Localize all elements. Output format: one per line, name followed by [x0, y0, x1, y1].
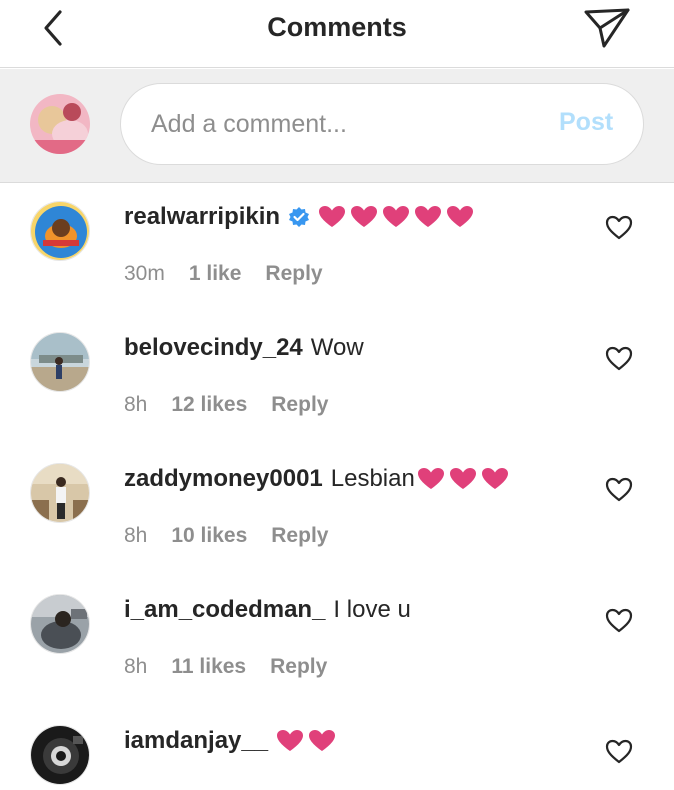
verified-badge-icon: [288, 206, 310, 228]
comment-input[interactable]: [151, 106, 531, 142]
comment-line: belovecindy_24 Wow: [124, 334, 364, 362]
header-bar: Comments: [0, 0, 674, 68]
comment-line: i_am_codedman_ I love u: [124, 596, 411, 624]
pink-heart-emoji: [351, 206, 378, 227]
comment-item: zaddymoney0001 Lesbian 8h 10 likes Reply: [0, 445, 674, 576]
comment-line: iamdanjay__: [124, 727, 336, 755]
comment-username[interactable]: i_am_codedman_: [124, 596, 325, 624]
comment-meta: 8h 10 likes Reply: [124, 524, 328, 548]
pink-heart-emoji: [383, 206, 410, 227]
heart-emoji-group: [318, 205, 474, 229]
pink-heart-emoji: [309, 730, 336, 751]
comment-text: Lesbian: [330, 465, 415, 492]
like-button[interactable]: [605, 477, 633, 503]
pink-heart-emoji: [449, 468, 476, 489]
reply-button[interactable]: Reply: [265, 262, 322, 286]
heart-outline-icon: [605, 477, 633, 502]
paper-plane-icon: [584, 8, 630, 48]
comment-likes[interactable]: 11 likes: [171, 655, 246, 679]
comment-text: I love u: [333, 596, 411, 623]
pink-heart-emoji: [319, 206, 346, 227]
comment-likes[interactable]: 1 like: [189, 262, 242, 286]
reply-button[interactable]: Reply: [270, 655, 327, 679]
comment-time: 8h: [124, 524, 148, 547]
reply-button[interactable]: Reply: [271, 524, 328, 548]
comment-composer: Post: [0, 69, 674, 183]
post-button[interactable]: Post: [559, 108, 613, 137]
pink-heart-emoji: [481, 468, 508, 489]
heart-outline-icon: [605, 346, 633, 371]
comment-meta: 30m 1 like Reply: [124, 262, 323, 286]
comment-item: i_am_codedman_ I love u 8h 11 likes Repl…: [0, 576, 674, 707]
heart-outline-icon: [605, 739, 633, 764]
heart-outline-icon: [605, 215, 633, 240]
comment-line: realwarripikin: [124, 203, 474, 231]
comment-input-container: Post: [120, 83, 644, 165]
like-button[interactable]: [605, 608, 633, 634]
like-button[interactable]: [605, 739, 633, 765]
pink-heart-emoji: [415, 206, 442, 227]
comment-item: belovecindy_24 Wow 8h 12 likes Reply: [0, 314, 674, 445]
current-user-avatar: [30, 94, 90, 154]
comment-item: iamdanjay__: [0, 707, 674, 790]
pink-heart-emoji: [417, 468, 444, 489]
commenter-avatar[interactable]: [30, 594, 90, 654]
like-button[interactable]: [605, 215, 633, 241]
comment-meta: 8h 12 likes Reply: [124, 393, 328, 417]
commenter-avatar[interactable]: [30, 201, 90, 261]
comment-likes[interactable]: 12 likes: [171, 393, 247, 417]
comment-meta: 8h 11 likes Reply: [124, 655, 327, 679]
comment-line: zaddymoney0001 Lesbian: [124, 465, 509, 493]
comment-likes[interactable]: 10 likes: [171, 524, 247, 548]
comment-item: realwarripikin 30m 1 like Reply: [0, 183, 674, 314]
commenter-avatar[interactable]: [30, 463, 90, 523]
heart-emoji-group: [417, 467, 509, 491]
comment-text: Wow: [310, 334, 364, 361]
commenter-avatar[interactable]: [30, 725, 90, 785]
comment-username[interactable]: iamdanjay__: [124, 727, 268, 755]
comment-username[interactable]: realwarripikin: [124, 203, 280, 231]
reply-button[interactable]: Reply: [271, 393, 328, 417]
pink-heart-emoji: [447, 206, 474, 227]
heart-outline-icon: [605, 608, 633, 633]
page-title: Comments: [267, 12, 407, 42]
comment-time: 30m: [124, 262, 165, 285]
comment-username[interactable]: belovecindy_24: [124, 334, 303, 362]
pink-heart-emoji: [277, 730, 304, 751]
heart-emoji-group: [276, 729, 336, 753]
comment-username[interactable]: zaddymoney0001: [124, 465, 323, 493]
share-button[interactable]: [582, 6, 632, 50]
comment-time: 8h: [124, 393, 148, 416]
comment-time: 8h: [124, 655, 148, 678]
commenter-avatar[interactable]: [30, 332, 90, 392]
like-button[interactable]: [605, 346, 633, 372]
